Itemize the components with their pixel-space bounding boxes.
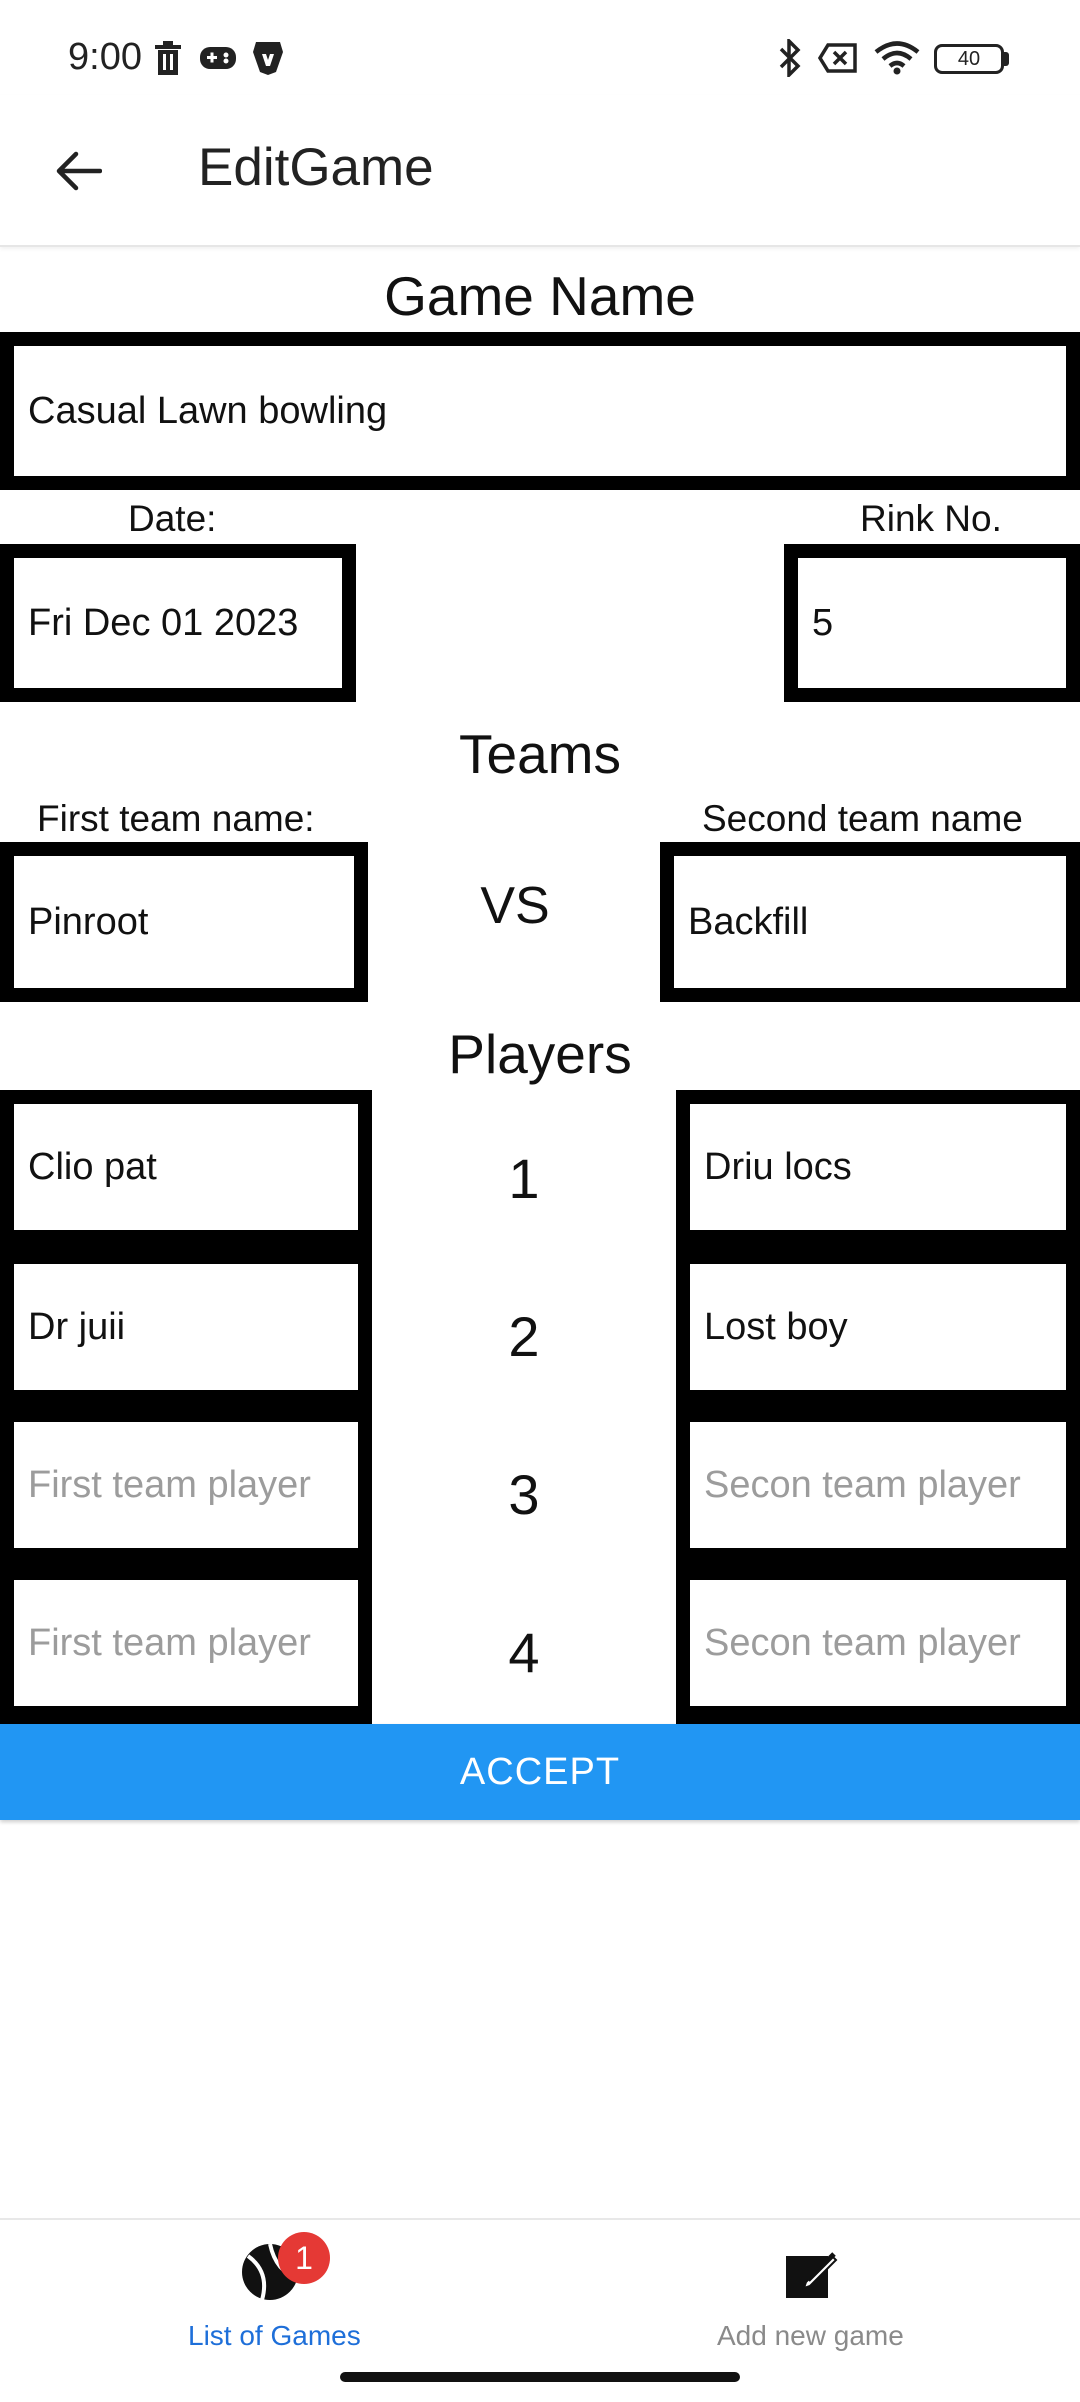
- battery-icon: 40: [934, 44, 1004, 74]
- home-indicator[interactable]: [340, 2372, 740, 2382]
- rink-value: 5: [812, 601, 834, 644]
- date-value: Fri Dec 01 2023: [28, 601, 299, 644]
- first-team-player-2-field[interactable]: Dr juii: [14, 1264, 358, 1390]
- date-label: Date:: [128, 498, 217, 539]
- second-team-name-field[interactable]: Backfill: [660, 842, 1080, 1002]
- first-team-player-2-value: Dr juii: [28, 1305, 126, 1348]
- first-team-name-field[interactable]: Pinroot: [0, 842, 368, 1002]
- notification-badge: 1: [278, 2232, 330, 2284]
- wifi-icon: [872, 38, 922, 78]
- second-team-player-3-placeholder: Secon team player: [704, 1463, 1021, 1506]
- bluetooth-icon: [770, 38, 810, 78]
- arrow-left-icon: [56, 151, 102, 191]
- page-title: EditGame: [198, 138, 434, 197]
- player-number-4: 4: [508, 1621, 540, 1684]
- second-team-player-2-field[interactable]: Lost boy: [690, 1264, 1066, 1390]
- first-team-player-4-placeholder: First team player: [28, 1621, 311, 1664]
- first-team-value: Pinroot: [28, 900, 149, 943]
- teams-heading: Teams: [459, 723, 621, 785]
- second-team-value: Backfill: [688, 900, 809, 943]
- players-heading: Players: [448, 1023, 632, 1085]
- first-team-player-3-placeholder: First team player: [28, 1463, 311, 1506]
- player-number-1: 1: [508, 1147, 540, 1210]
- first-team-label: First team name:: [37, 798, 315, 839]
- edit-square-icon: [780, 2244, 840, 2304]
- brave-lion-icon: [248, 38, 288, 78]
- gamepad-icon: [198, 38, 238, 78]
- second-team-label: Second team name: [702, 798, 1023, 839]
- nav-add-new-game-label: Add new game: [717, 2320, 904, 2351]
- first-team-player-4-field[interactable]: First team player: [14, 1580, 358, 1706]
- rink-label: Rink No.: [860, 498, 1002, 539]
- trash-icon: [148, 38, 188, 78]
- battery-tip: [1004, 52, 1009, 66]
- second-team-player-3-field[interactable]: Secon team player: [690, 1422, 1066, 1548]
- game-name-field[interactable]: Casual Lawn bowling: [0, 332, 1080, 490]
- rink-number-field[interactable]: 5: [784, 544, 1080, 702]
- game-name-value: Casual Lawn bowling: [28, 389, 388, 432]
- back-button[interactable]: [40, 133, 116, 209]
- status-time: 9:00: [68, 36, 142, 78]
- app-bar: EditGame: [0, 95, 1080, 247]
- second-team-player-4-placeholder: Secon team player: [704, 1621, 1021, 1664]
- player-number-3: 3: [508, 1463, 540, 1526]
- accept-button[interactable]: ACCEPT: [0, 1724, 1080, 1820]
- game-name-heading: Game Name: [384, 265, 696, 327]
- vs-text: VS: [480, 877, 550, 935]
- second-team-player-4-field[interactable]: Secon team player: [690, 1580, 1066, 1706]
- date-field[interactable]: Fri Dec 01 2023: [0, 544, 356, 702]
- second-team-player-1-field[interactable]: Driu locs: [690, 1104, 1066, 1230]
- second-team-player-2-value: Lost boy: [704, 1305, 848, 1348]
- second-team-player-1-value: Driu locs: [704, 1145, 852, 1188]
- first-team-player-1-field[interactable]: Clio pat: [14, 1104, 358, 1230]
- first-team-player-1-value: Clio pat: [28, 1145, 157, 1188]
- badge-count: 1: [295, 2239, 313, 2276]
- player-number-2: 2: [508, 1305, 540, 1368]
- battery-level: 40: [957, 47, 981, 70]
- no-sim-icon: [818, 38, 858, 78]
- nav-list-of-games-label: List of Games: [188, 2320, 361, 2351]
- first-team-player-3-field[interactable]: First team player: [14, 1422, 358, 1548]
